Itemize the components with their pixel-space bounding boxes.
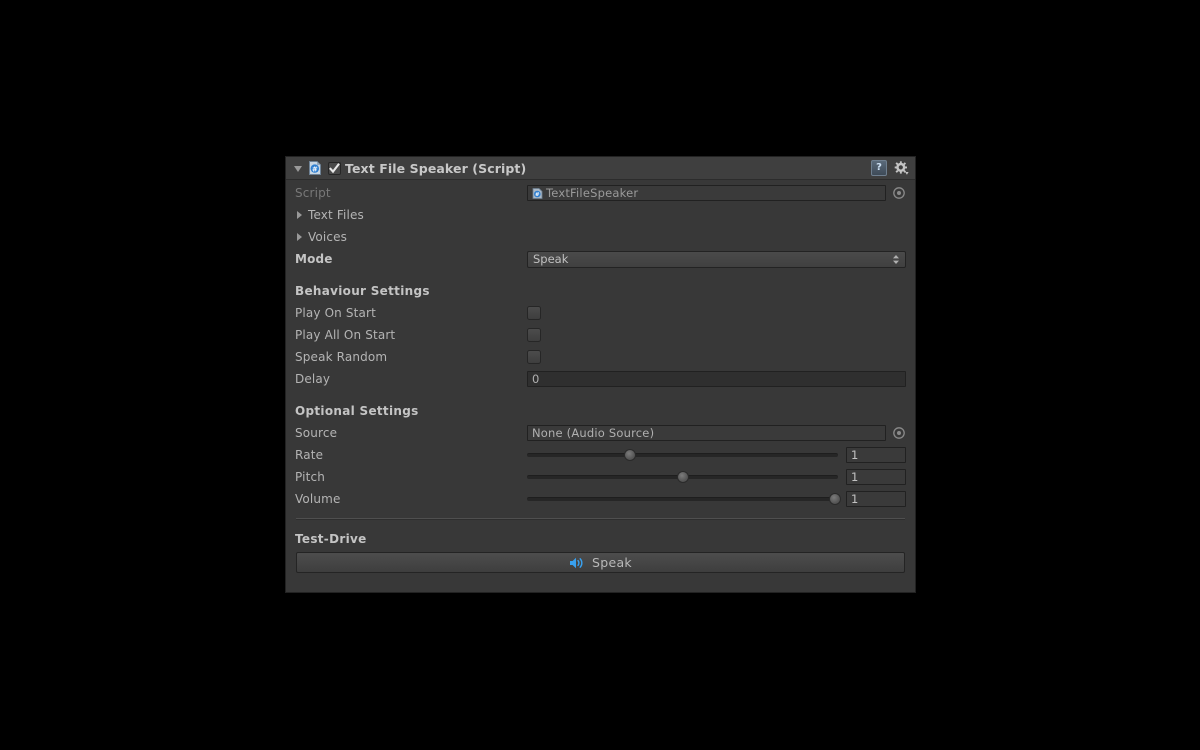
row-source: Source None (Audio Source) bbox=[295, 422, 906, 444]
play-all-on-start-checkbox[interactable] bbox=[527, 328, 541, 342]
gear-icon[interactable] bbox=[894, 160, 909, 176]
volume-label: Volume bbox=[295, 492, 341, 506]
row-speak-random: Speak Random bbox=[295, 346, 906, 368]
row-pitch: Pitch 1 bbox=[295, 466, 906, 488]
section-divider bbox=[296, 518, 905, 520]
row-volume: Volume 1 bbox=[295, 488, 906, 510]
volume-slider[interactable] bbox=[527, 492, 841, 506]
volume-slider-track bbox=[527, 497, 838, 501]
component-header[interactable]: # Text File Speaker (Script) ? bbox=[286, 157, 915, 180]
script-label: Script bbox=[295, 186, 331, 200]
rate-slider[interactable] bbox=[527, 448, 838, 462]
help-glyph: ? bbox=[876, 162, 882, 173]
text-files-label: Text Files bbox=[308, 208, 364, 222]
rate-slider-thumb[interactable] bbox=[623, 449, 636, 461]
pitch-slider-thumb[interactable] bbox=[676, 471, 689, 483]
inspector-panel: # Text File Speaker (Script) ? Script # … bbox=[285, 156, 916, 593]
row-delay: Delay 0 bbox=[295, 368, 906, 390]
row-script: Script # TextFileSpeaker bbox=[295, 182, 906, 204]
text-files-foldout[interactable]: Text Files bbox=[295, 208, 527, 222]
row-mode: Mode Speak bbox=[295, 248, 906, 270]
cs-script-icon: # bbox=[532, 187, 543, 199]
component-title: Text File Speaker (Script) bbox=[345, 160, 527, 176]
speak-button[interactable]: Speak bbox=[296, 552, 905, 573]
pitch-label: Pitch bbox=[295, 470, 325, 484]
component-foldout-icon[interactable] bbox=[294, 166, 302, 172]
speak-random-checkbox[interactable] bbox=[527, 350, 541, 364]
row-play-all-on-start: Play All On Start bbox=[295, 324, 906, 346]
play-all-on-start-label: Play All On Start bbox=[295, 328, 396, 342]
speaker-icon bbox=[569, 556, 585, 570]
svg-text:#: # bbox=[535, 191, 540, 197]
speak-button-label: Speak bbox=[592, 555, 632, 570]
test-drive-title: Test-Drive bbox=[295, 531, 367, 546]
rate-label: Rate bbox=[295, 448, 324, 462]
row-play-on-start: Play On Start bbox=[295, 302, 906, 324]
chevron-right-icon[interactable] bbox=[297, 211, 302, 219]
cs-script-icon: # bbox=[308, 161, 322, 175]
pitch-numberfield[interactable]: 1 bbox=[846, 469, 906, 485]
volume-value: 1 bbox=[851, 492, 859, 506]
source-label: Source bbox=[295, 426, 338, 440]
source-value: None (Audio Source) bbox=[532, 426, 655, 440]
volume-slider-thumb[interactable] bbox=[828, 493, 841, 505]
delay-input[interactable]: 0 bbox=[527, 371, 906, 387]
script-value: TextFileSpeaker bbox=[546, 186, 639, 200]
row-voices[interactable]: Voices bbox=[295, 226, 906, 248]
object-picker-icon[interactable] bbox=[892, 426, 906, 440]
help-icon[interactable]: ? bbox=[871, 160, 887, 176]
speak-random-label: Speak Random bbox=[295, 350, 388, 364]
source-objectfield[interactable]: None (Audio Source) bbox=[527, 425, 886, 441]
voices-foldout[interactable]: Voices bbox=[295, 230, 527, 244]
mode-dropdown[interactable]: Speak bbox=[527, 250, 906, 268]
mode-value: Speak bbox=[533, 252, 569, 266]
pitch-slider[interactable] bbox=[527, 470, 838, 484]
inspector-body: Script # TextFileSpeaker Text Files Voic… bbox=[286, 180, 915, 573]
rate-numberfield[interactable]: 1 bbox=[846, 447, 906, 463]
rate-value: 1 bbox=[851, 448, 859, 462]
updown-arrows-icon bbox=[892, 254, 900, 265]
delay-value: 0 bbox=[532, 372, 540, 386]
script-field[interactable]: # TextFileSpeaker bbox=[527, 185, 886, 201]
component-enabled-checkbox[interactable] bbox=[328, 161, 341, 175]
chevron-right-icon[interactable] bbox=[297, 233, 302, 241]
row-rate: Rate 1 bbox=[295, 444, 906, 466]
object-picker-icon[interactable] bbox=[892, 186, 906, 200]
volume-numberfield[interactable]: 1 bbox=[846, 491, 906, 507]
svg-text:#: # bbox=[312, 165, 318, 173]
pitch-value: 1 bbox=[851, 470, 859, 484]
behaviour-settings-title: Behaviour Settings bbox=[295, 283, 430, 298]
row-text-files[interactable]: Text Files bbox=[295, 204, 906, 226]
play-on-start-checkbox[interactable] bbox=[527, 306, 541, 320]
header-actions: ? bbox=[871, 160, 909, 176]
play-on-start-label: Play On Start bbox=[295, 306, 376, 320]
mode-label: Mode bbox=[295, 252, 333, 266]
delay-label: Delay bbox=[295, 372, 331, 386]
optional-settings-title: Optional Settings bbox=[295, 403, 419, 418]
rate-slider-track bbox=[527, 453, 838, 457]
voices-label: Voices bbox=[308, 230, 348, 244]
